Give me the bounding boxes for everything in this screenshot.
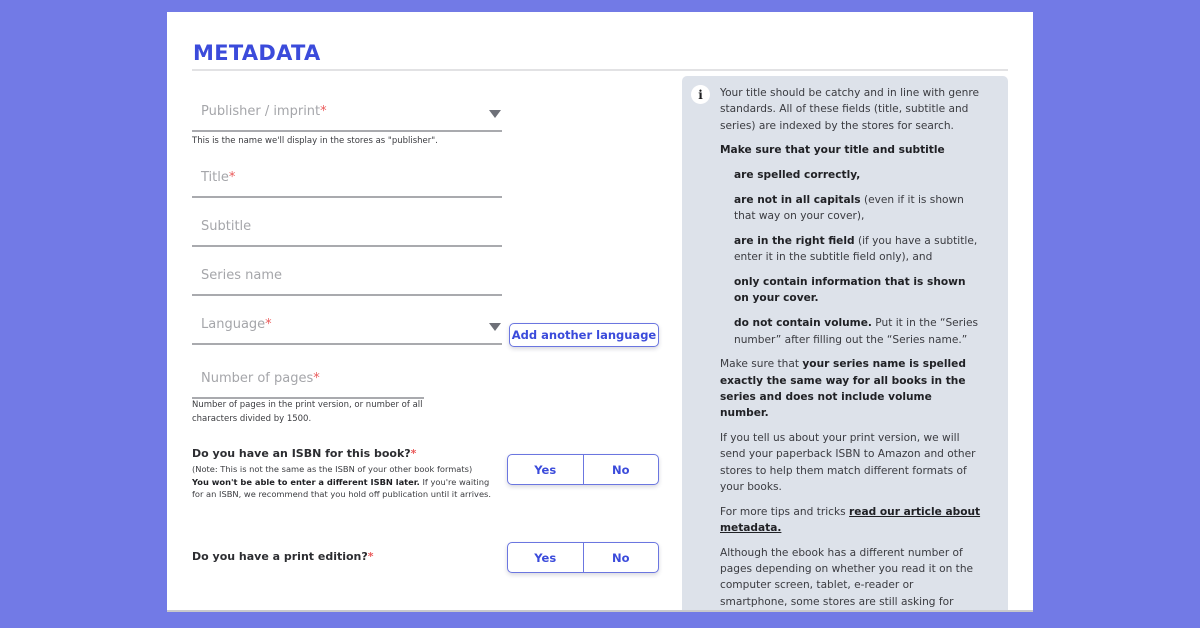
print-yes-button[interactable]: Yes [508,543,583,572]
help-make-sure-heading: Make sure that your title and subtitle [720,144,945,157]
title-label: Title [201,170,229,185]
subtitle-label: Subtitle [201,219,252,234]
isbn-note: (Note: This is not the same as the ISBN … [192,464,492,499]
required-mark: * [410,447,417,460]
print-edition-yes-no-toggle[interactable]: Yes No [507,542,659,573]
help-rule: are not in all capitals (even if it is s… [734,193,964,223]
isbn-yes-button[interactable]: Yes [508,455,583,484]
help-rule: do not contain volume. Put it in the “Se… [734,317,979,346]
help-intro: Your title should be catchy and in line … [720,87,980,132]
help-rule: are in the right field (if you have a su… [734,235,978,264]
section-title: METADATA [193,41,321,65]
help-ebook-pages: Although the ebook has a different numbe… [720,546,974,608]
help-panel: i Your title should be catchy and in lin… [682,76,1008,610]
pages-label: Number of pages [201,371,314,386]
publisher-select[interactable]: Publisher / imprint* [192,96,502,132]
dropdown-caret-icon [489,323,501,331]
publisher-label: Publisher / imprint [201,104,321,119]
help-rule: only contain information that is shown o… [734,276,966,305]
title-input[interactable]: Title* [192,162,502,198]
required-mark: * [367,550,374,563]
isbn-yes-no-toggle[interactable]: Yes No [507,454,659,485]
help-print-info: If you tell us about your print version,… [720,432,976,493]
isbn-no-button[interactable]: No [582,455,659,484]
help-tips: For more tips and tricks read our articl… [720,505,981,535]
number-of-pages-input[interactable]: Number of pages* [192,363,424,399]
title-divider [192,69,1008,71]
pages-hint: Number of pages in the print version, or… [192,400,423,424]
dropdown-caret-icon [489,110,501,118]
isbn-question: Do you have an ISBN for this book?* [192,447,417,460]
series-name-label: Series name [201,268,282,283]
required-mark: * [320,104,327,119]
print-edition-question: Do you have a print edition?* [192,550,374,563]
series-name-input[interactable]: Series name [192,260,502,296]
language-select[interactable]: Language* [192,309,502,345]
language-label: Language [201,317,266,332]
required-mark: * [313,371,320,386]
help-series-note: Make sure that your series name is spell… [720,358,966,420]
help-text: Your title should be catchy and in line … [720,85,982,610]
print-no-button[interactable]: No [582,543,659,572]
publisher-hint: This is the name we'll display in the st… [192,136,438,146]
required-mark: * [265,317,272,332]
help-rule: are spelled correctly, [734,169,861,182]
info-icon: i [691,85,710,104]
required-mark: * [228,170,236,185]
subtitle-input[interactable]: Subtitle [192,211,502,247]
add-another-language-button[interactable]: Add another language [509,323,659,347]
metadata-card: METADATA Publisher / imprint* This is th… [167,12,1033,612]
